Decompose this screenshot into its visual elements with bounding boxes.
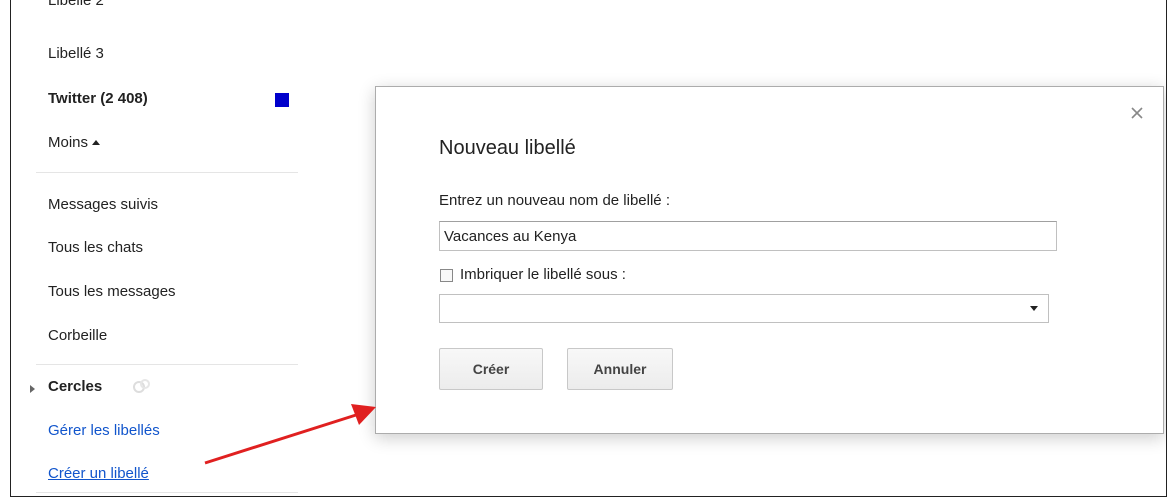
nest-label-checkbox[interactable] [440,269,453,282]
nav-item-libelle-3[interactable]: Libellé 3 [48,45,104,62]
nav-item-tous-les-chats[interactable]: Tous les chats [48,239,143,256]
new-label-dialog: Nouveau libellé Entrez un nouveau nom de… [375,86,1164,434]
nav-item-tous-les-messages[interactable]: Tous les messages [48,283,176,300]
nav-item-messages-suivis[interactable]: Messages suivis [48,196,158,213]
caret-up-icon [92,140,101,145]
label-name-prompt: Entrez un nouveau nom de libellé : [439,192,670,209]
expand-caret-icon[interactable] [30,385,35,393]
nav-item-twitter[interactable]: Twitter (2 408) [48,90,148,107]
chevron-down-icon [1030,306,1038,311]
twitter-label-color[interactable] [275,93,289,107]
nest-label-text: Imbriquer le libellé sous : [460,266,626,283]
cancel-button[interactable]: Annuler [567,348,673,390]
parent-label-select[interactable] [439,294,1049,323]
label-name-input[interactable] [439,221,1057,251]
nav-divider [36,364,298,365]
nav-item-moins[interactable]: Moins [48,134,101,151]
manage-labels-link[interactable]: Gérer les libellés [48,422,160,439]
circles-icon [133,379,150,393]
create-button[interactable]: Créer [439,348,543,390]
nav-divider [36,492,298,493]
nav-item-corbeille[interactable]: Corbeille [48,327,107,344]
nav-item-cercles[interactable]: Cercles [48,378,102,395]
close-icon[interactable] [1129,105,1145,121]
nav-item-libelle-2[interactable]: Libellé 2 [48,0,104,9]
moins-label: Moins [48,134,89,151]
annotation-arrow [204,404,376,465]
gmail-frame: Libellé 2 Libellé 3 Twitter (2 408) Moin… [10,0,1167,497]
dialog-title: Nouveau libellé [439,137,576,159]
nav-divider [36,172,298,173]
create-label-link[interactable]: Créer un libellé [48,465,149,482]
